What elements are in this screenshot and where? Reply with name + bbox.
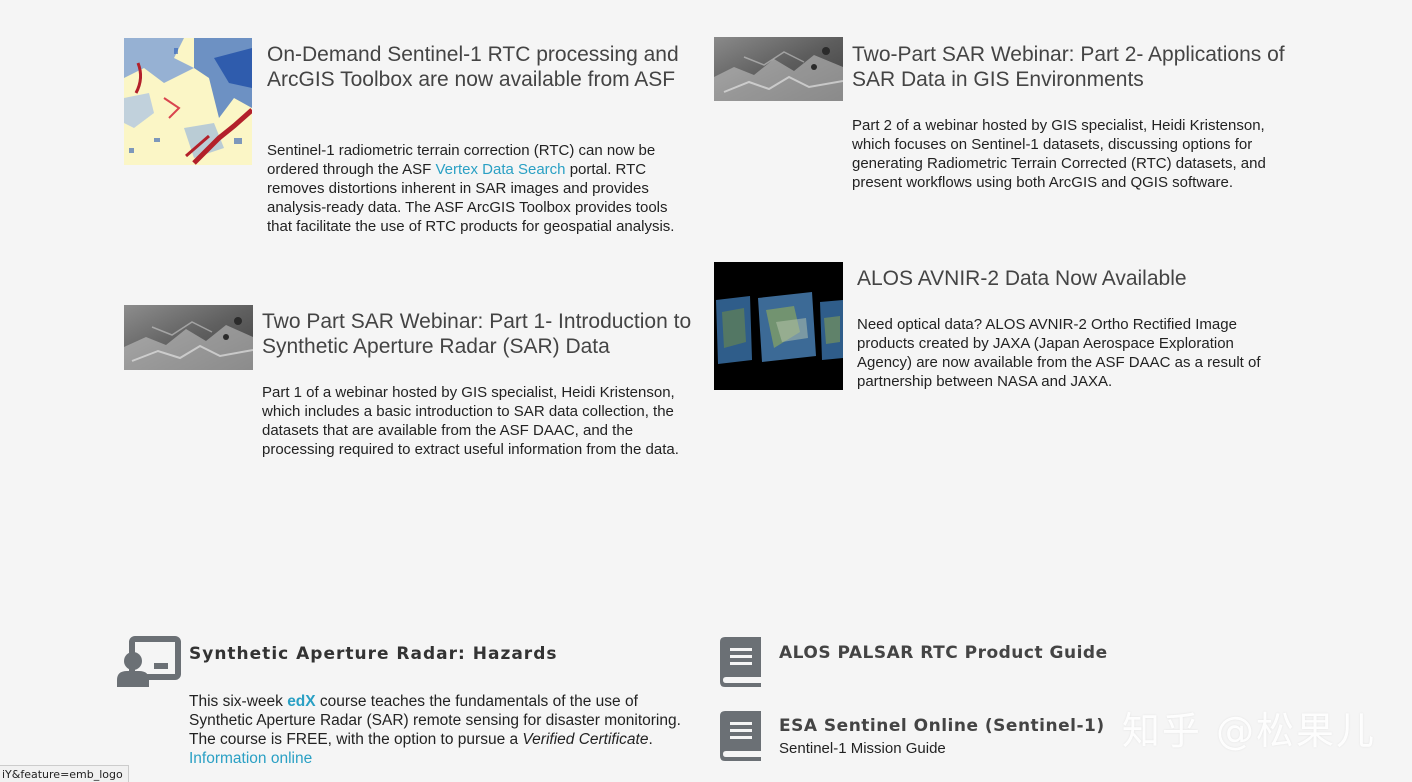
course-description-part3: .	[648, 731, 653, 748]
sar-webinar-2-thumbnail[interactable]	[714, 37, 843, 101]
news-body-alos-avnir2: Need optical data? ALOS AVNIR-2 Ortho Re…	[857, 316, 1261, 390]
watermark: 知乎 @松果儿	[1121, 709, 1376, 753]
presentation-icon	[116, 636, 182, 688]
news-title-alos-avnir2[interactable]: ALOS AVNIR-2 Data Now Available	[857, 266, 1287, 291]
news-title-webinar-2[interactable]: Two-Part SAR Webinar: Part 2- Applicatio…	[852, 42, 1292, 92]
news-body-rtc: Sentinel-1 radiometric terrain correctio…	[267, 141, 692, 236]
news-title-rtc[interactable]: On-Demand Sentinel-1 RTC processing and …	[267, 42, 697, 92]
course-description: This six-week edX course teaches the fun…	[189, 692, 689, 768]
status-bar-url: iY&feature=emb_logo	[0, 765, 129, 782]
news-title-webinar-1[interactable]: Two Part SAR Webinar: Part 1- Introducti…	[262, 309, 697, 359]
information-online-link[interactable]: Information online	[189, 750, 312, 767]
sar-webinar-1-thumbnail[interactable]	[124, 305, 253, 370]
course-description-part1: This six-week	[189, 693, 288, 710]
book-icon	[716, 636, 762, 688]
alos-avnir2-thumbnail[interactable]	[714, 262, 843, 390]
vertex-data-search-link[interactable]: Vertex Data Search	[435, 161, 565, 178]
rtc-map-thumbnail[interactable]	[124, 38, 252, 165]
course-title[interactable]: Synthetic Aperture Radar: Hazards	[189, 644, 557, 664]
verified-certificate-text: Verified Certificate	[522, 731, 649, 748]
edx-link[interactable]: edX	[287, 693, 315, 710]
book-icon	[716, 710, 762, 762]
news-body-webinar-1: Part 1 of a webinar hosted by GIS specia…	[262, 384, 679, 458]
guide-title-esa-sentinel[interactable]: ESA Sentinel Online (Sentinel-1)	[779, 716, 1105, 736]
guide-title-alos-palsar[interactable]: ALOS PALSAR RTC Product Guide	[779, 643, 1108, 663]
news-body-webinar-2: Part 2 of a webinar hosted by GIS specia…	[852, 117, 1266, 191]
guide-subtitle-esa-sentinel: Sentinel-1 Mission Guide	[779, 740, 946, 757]
